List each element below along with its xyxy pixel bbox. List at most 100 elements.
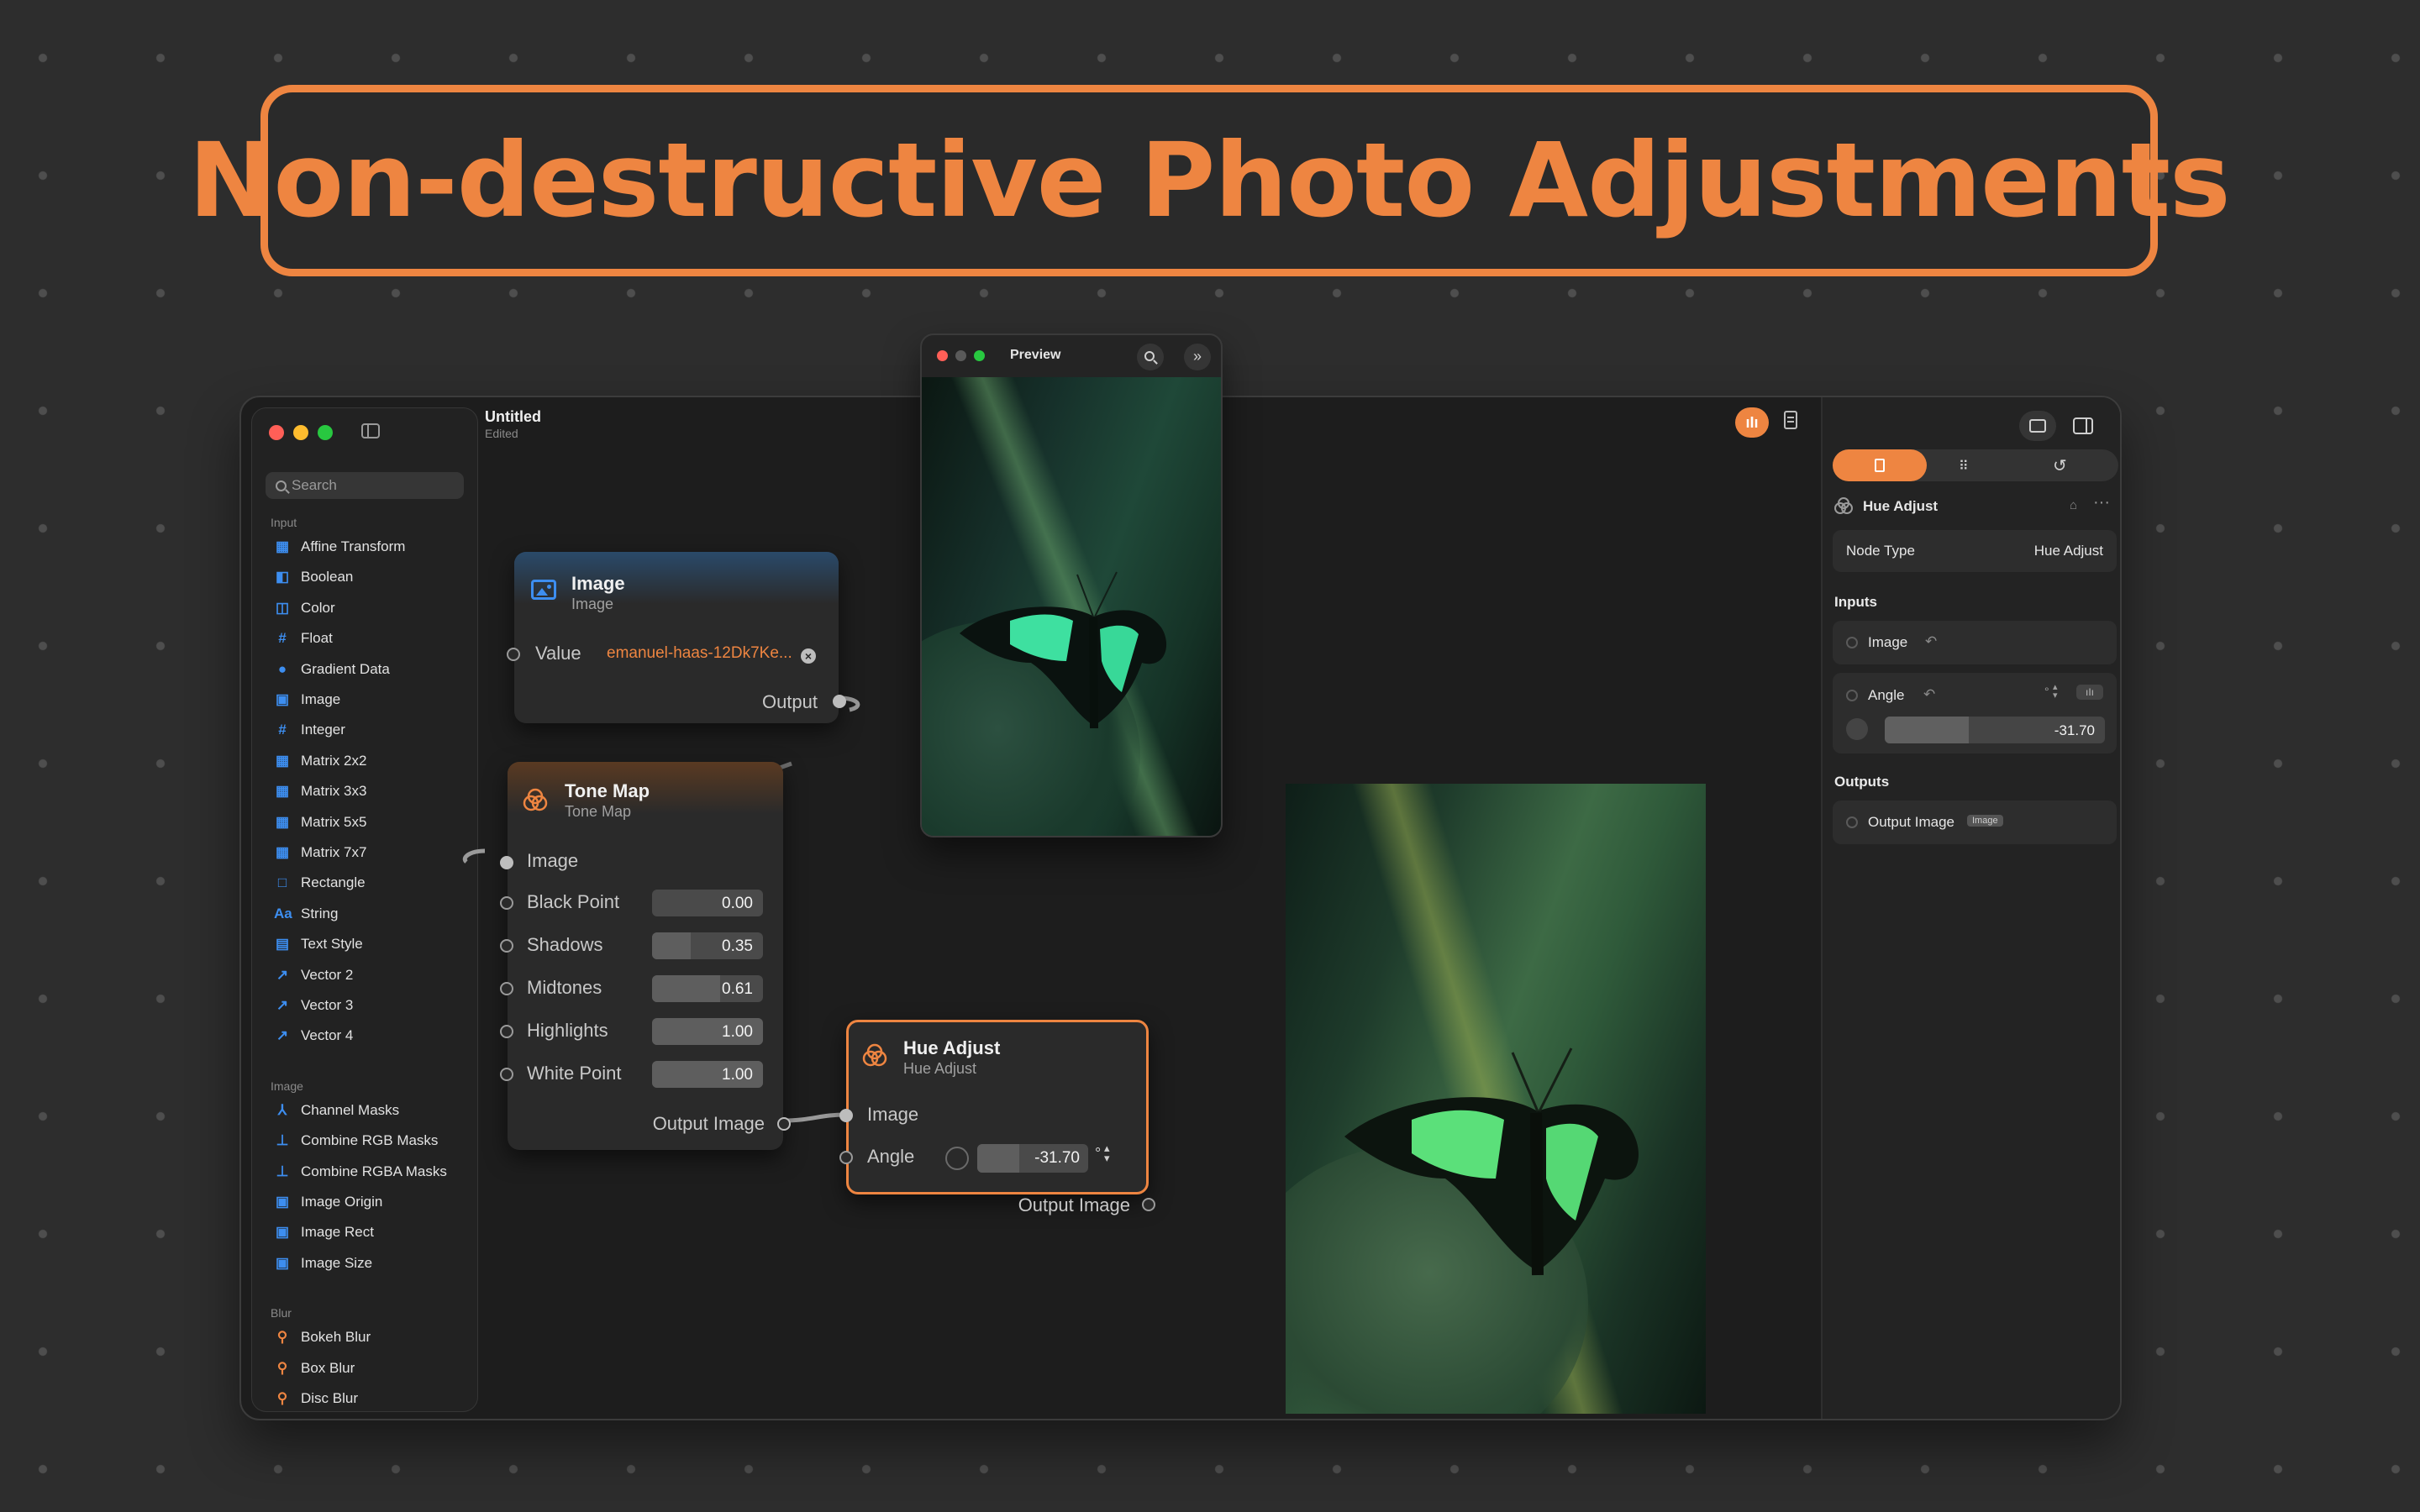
hue-adjust-node-icon bbox=[862, 1043, 887, 1067]
tone-map-param-value: 1.00 bbox=[722, 1066, 753, 1084]
butterfly-illustration bbox=[1344, 1047, 1639, 1276]
clear-value-icon[interactable]: × bbox=[801, 648, 816, 664]
tone-map-node[interactable]: Tone Map Tone Map Image Output Image Bla… bbox=[500, 762, 791, 1150]
hue-adjust-node-subtitle: Hue Adjust bbox=[903, 1060, 977, 1077]
tone-map-param-label: Shadows bbox=[527, 934, 603, 955]
hue-adjust-output-port[interactable] bbox=[1142, 1198, 1155, 1211]
butterfly-illustration bbox=[960, 571, 1167, 729]
tone-map-param-port[interactable] bbox=[500, 896, 513, 910]
angle-dial[interactable] bbox=[1846, 718, 1868, 740]
angle-stepper-icon[interactable]: ▴ ▾ bbox=[1104, 1142, 1110, 1163]
node-type-value: Hue Adjust bbox=[2033, 543, 2103, 559]
image-input-label: Image bbox=[1868, 634, 1908, 650]
inputs-heading: Inputs bbox=[1834, 594, 1877, 610]
tone-map-param-port[interactable] bbox=[500, 939, 513, 953]
angle-slider-mode-icon[interactable]: ıIı bbox=[2076, 685, 2103, 700]
tone-map-param-label: Midtones bbox=[527, 977, 602, 998]
angle-port-icon bbox=[1846, 690, 1858, 701]
inspector-toggle-icon[interactable] bbox=[2073, 417, 2093, 434]
more-options-icon[interactable]: ··· bbox=[2093, 493, 2110, 512]
hue-adjust-output-label: Output Image bbox=[1018, 1194, 1130, 1215]
export-image-icon[interactable] bbox=[2019, 411, 2056, 441]
inspector-node-name: Hue Adjust bbox=[1863, 498, 1939, 514]
headline-banner: Non-destructive Photo Adjustments bbox=[188, 85, 2231, 276]
angle-dial[interactable] bbox=[945, 1147, 969, 1170]
node-type-row: Node Type Hue Adjust bbox=[1833, 530, 2117, 572]
tone-map-param-label: White Point bbox=[527, 1063, 622, 1084]
tab-properties[interactable] bbox=[1833, 449, 1927, 481]
output-image-row[interactable]: Output Image Image bbox=[1833, 801, 2117, 844]
tone-map-param-value: 1.00 bbox=[722, 1023, 753, 1041]
reset-icon[interactable]: ↶ bbox=[1925, 633, 1937, 650]
angle-reset-icon[interactable]: ↶ bbox=[1923, 686, 1935, 703]
wire-tonemap-input-stub bbox=[462, 848, 486, 864]
output-port-icon bbox=[1846, 816, 1858, 828]
hue-adjust-angle-port[interactable] bbox=[839, 1151, 853, 1164]
image-node-value-label: Value bbox=[535, 643, 581, 664]
output-image-label: Output Image bbox=[1868, 814, 1955, 830]
image-node-subtitle: Image bbox=[571, 596, 614, 612]
canvas-rendered-image bbox=[1286, 784, 1706, 1414]
preview-image bbox=[922, 377, 1221, 836]
angle-slider-field[interactable]: -31.70 bbox=[1885, 717, 2105, 743]
tone-map-param-value: 0.61 bbox=[722, 980, 753, 998]
inspector-panel: ⠿ ↺ Hue Adjust ⌂ ··· Node Type Hue Adjus… bbox=[1821, 397, 2120, 1419]
hue-adjust-node[interactable]: Hue Adjust Hue Adjust Image Angle -31.70… bbox=[839, 1020, 1155, 1215]
unlock-icon[interactable]: ⌂ bbox=[2070, 498, 2077, 512]
tone-map-output-label: Output Image bbox=[652, 1113, 765, 1134]
tone-map-param-field[interactable]: 0.61 bbox=[652, 975, 763, 1002]
preview-expand-icon[interactable]: » bbox=[1184, 344, 1211, 370]
tone-map-output-port[interactable] bbox=[777, 1117, 791, 1131]
output-type-badge: Image bbox=[1967, 815, 2003, 827]
node-type-label: Node Type bbox=[1846, 543, 1915, 559]
tone-map-param-port[interactable] bbox=[500, 982, 513, 995]
tone-map-node-subtitle: Tone Map bbox=[565, 803, 632, 820]
tab-history[interactable]: ↺ bbox=[2053, 455, 2067, 476]
history-icon: ↺ bbox=[2053, 457, 2067, 475]
preview-close-button[interactable] bbox=[937, 350, 948, 361]
angle-unit-label: ° bbox=[2044, 685, 2049, 698]
angle-unit-stepper-icon[interactable]: ▴ ▾ bbox=[2053, 683, 2058, 701]
hue-angle-field[interactable]: -31.70 bbox=[977, 1144, 1088, 1173]
tone-map-param-port[interactable] bbox=[500, 1068, 513, 1081]
tone-map-param-label: Black Point bbox=[527, 891, 620, 912]
preview-zoom-icon[interactable] bbox=[1137, 344, 1164, 370]
tone-map-image-label: Image bbox=[527, 850, 579, 871]
hue-adjust-image-label: Image bbox=[867, 1104, 919, 1125]
outputs-heading: Outputs bbox=[1834, 774, 1890, 790]
hue-adjust-angle-label: Angle bbox=[867, 1146, 915, 1167]
image-node[interactable]: Image Image Value emanuel-haas-12Dk7Ke..… bbox=[507, 552, 846, 723]
tone-map-param-value: 0.35 bbox=[722, 937, 753, 955]
image-node-value-port[interactable] bbox=[507, 648, 520, 661]
image-input-row[interactable]: Image ↶ bbox=[1833, 621, 2117, 664]
tone-map-param-field[interactable]: 1.00 bbox=[652, 1061, 763, 1088]
image-node-icon bbox=[531, 580, 556, 600]
hue-angle-value: -31.70 bbox=[1034, 1149, 1080, 1167]
angle-input-row[interactable]: Angle ↶ ° ▴ ▾ ıIı -31.70 bbox=[1833, 673, 2117, 753]
hue-adjust-icon bbox=[1834, 497, 1853, 514]
tone-map-image-port[interactable] bbox=[500, 856, 513, 869]
tone-map-node-icon bbox=[523, 788, 548, 811]
tone-map-param-field[interactable]: 1.00 bbox=[652, 1018, 763, 1045]
tab-library[interactable]: ⠿ bbox=[1959, 458, 1974, 474]
hue-angle-unit: ° bbox=[1095, 1145, 1102, 1162]
preview-zoom-button[interactable] bbox=[974, 350, 985, 361]
tone-map-param-port[interactable] bbox=[500, 1025, 513, 1038]
image-node-output-label: Output bbox=[761, 691, 818, 712]
image-file-link[interactable]: emanuel-haas-12Dk7Ke... bbox=[607, 644, 792, 663]
headline-title: Non-destructive Photo Adjustments bbox=[188, 121, 2230, 240]
tone-map-param-label: Highlights bbox=[527, 1020, 608, 1041]
angle-slider-value: -31.70 bbox=[2054, 722, 2095, 738]
tone-map-param-field[interactable]: 0.00 bbox=[652, 890, 763, 916]
tone-map-param-field[interactable]: 0.35 bbox=[652, 932, 763, 959]
tone-map-node-title: Tone Map bbox=[565, 780, 650, 801]
image-node-output-port[interactable] bbox=[833, 695, 846, 708]
hue-adjust-node-title: Hue Adjust bbox=[903, 1037, 1001, 1058]
preview-window: Preview » bbox=[920, 333, 1223, 837]
preview-title: Preview bbox=[1010, 348, 1061, 362]
inspector-tabs: ⠿ ↺ bbox=[1833, 449, 2118, 481]
grid-icon: ⠿ bbox=[1959, 459, 1969, 474]
preview-minimize-button[interactable] bbox=[955, 350, 966, 361]
hue-adjust-image-port[interactable] bbox=[839, 1109, 853, 1122]
tone-map-param-value: 0.00 bbox=[722, 895, 753, 912]
